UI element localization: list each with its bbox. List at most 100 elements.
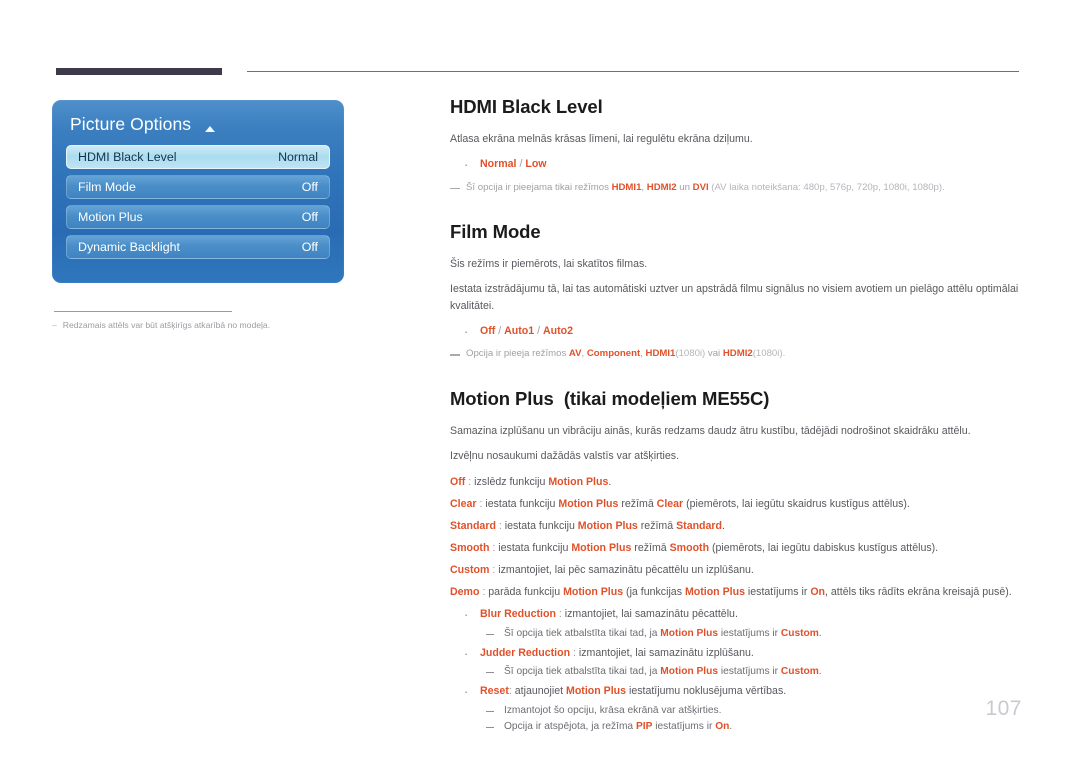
sub-pre: Šī opcija tiek atbalstīta tikai tad, ja xyxy=(504,627,661,639)
hdmi-black-level-options: Normal / Low xyxy=(450,154,1020,175)
header-rule-line xyxy=(247,71,1019,72)
definition-standard: Standard : iestata funkciju Motion Plus … xyxy=(450,518,1020,535)
note-res-1080i: (1080i) xyxy=(675,348,706,360)
sub-value: Custom xyxy=(780,666,819,678)
manual-page: Picture Options HDMI Black Level Normal … xyxy=(0,0,1080,763)
sub-bullets: Šī opcija tiek atbalstīta tikai tad, ja … xyxy=(480,664,1020,680)
definition-mid: režīmā xyxy=(631,542,670,554)
definition-mode: Clear xyxy=(656,497,684,510)
osd-row-label: Film Mode xyxy=(78,180,136,194)
bullet-separator: : xyxy=(570,646,579,659)
definition-pre: iestata funkciju xyxy=(485,497,559,510)
option-auto2: Auto2 xyxy=(543,325,574,338)
sub-list-item: Šī opcija tiek atbalstīta tikai tad, ja … xyxy=(480,664,1020,680)
sub-mid: iestatījums ir xyxy=(652,720,716,732)
definition-demo: Demo : parāda funkciju Motion Plus (ja f… xyxy=(450,584,1020,601)
osd-row-value: Off xyxy=(301,240,318,254)
heading-main: Motion Plus xyxy=(450,387,554,409)
page-number: 107 xyxy=(985,697,1022,720)
sub-value: Custom xyxy=(780,627,819,639)
definition-term: Demo xyxy=(450,586,480,599)
definition-keyword: Motion Plus xyxy=(577,519,638,532)
definition-term: Custom xyxy=(450,564,490,577)
definition-custom: Custom : izmantojiet, lai pēc samazinātu… xyxy=(450,562,1020,579)
definition-pre: parāda funkciju xyxy=(488,586,564,599)
osd-row-film-mode[interactable]: Film Mode Off xyxy=(66,175,330,199)
bullet-text: izmantojiet, lai samazinātu izplūšanu. xyxy=(578,646,754,659)
definition-separator: : xyxy=(465,475,475,488)
option-low: Low xyxy=(525,158,547,171)
note-pre: Opcija ir pieeja režīmos xyxy=(466,348,569,360)
osd-row-motion-plus[interactable]: Motion Plus Off xyxy=(66,205,330,229)
osd-picture-options-panel: Picture Options HDMI Black Level Normal … xyxy=(52,100,344,283)
note-keyword-dvi: DVI xyxy=(692,181,709,193)
sub-list-item: Šī opcija tiek atbalstīta tikai tad, ja … xyxy=(480,626,1020,642)
definition-off: Off : izslēdz funkciju Motion Plus. xyxy=(450,474,1020,491)
osd-title-row: Picture Options xyxy=(66,112,330,145)
sub-list-item: Opcija ir atspējota, ja režīma PIP iesta… xyxy=(480,719,1020,735)
section-heading-motion-plus: Motion Plus (tikai modeļiem ME55C) xyxy=(450,388,1020,410)
bullet-separator: : xyxy=(555,608,565,621)
osd-footnote-divider xyxy=(54,311,232,312)
list-item-reset: Reset: atjaunojiet Motion Plus iestatīju… xyxy=(450,681,1020,736)
option-separator: / xyxy=(495,325,505,338)
definition-value-on: On xyxy=(810,586,826,599)
definition-separator: : xyxy=(489,564,499,577)
option-separator: / xyxy=(534,325,543,338)
definition-term: Smooth xyxy=(450,542,490,554)
definition-keyword: Motion Plus xyxy=(548,475,609,488)
motion-plus-definitions: Off : izslēdz funkciju Motion Plus. Clea… xyxy=(450,474,1020,602)
osd-row-value: Normal xyxy=(278,150,318,164)
motion-plus-paragraph-2: Izvēļnu nosaukumi dažādās valstīs var at… xyxy=(450,450,680,463)
osd-row-hdmi-black-level[interactable]: HDMI Black Level Normal xyxy=(66,145,330,169)
caret-up-icon xyxy=(205,125,216,132)
section-heading-hdmi-black-level: HDMI Black Level xyxy=(450,96,603,117)
option-off: Off xyxy=(480,325,496,338)
definition-keyword: Motion Plus xyxy=(558,497,619,510)
definition-mid: režīmā xyxy=(637,519,677,532)
heading-sub: (tikai modeļiem ME55C) xyxy=(563,387,770,409)
definition-post: . xyxy=(608,475,612,488)
note-keyword-hdmi1: HDMI1 xyxy=(645,348,676,360)
note-keyword-hdmi2: HDMI2 xyxy=(646,181,677,193)
definition-mid: režīmā xyxy=(618,497,657,510)
definition-term: Off xyxy=(450,475,466,488)
definition-post: (piemērots, lai iegūtu skaidrus kustīgus… xyxy=(683,497,910,510)
note-keyword-av: AV xyxy=(568,348,582,360)
note-mid: vai xyxy=(705,348,723,360)
definition-pre: iestata funkciju xyxy=(504,519,578,532)
note-res-1080i: (1080i) xyxy=(752,348,783,360)
definition-pre: izslēdz funkciju xyxy=(474,475,549,488)
sub-post: . xyxy=(818,627,822,639)
osd-row-label: Dynamic Backlight xyxy=(78,240,180,254)
film-mode-options: Off / Auto1 / Auto2 xyxy=(450,321,1020,342)
bullet-term: Reset xyxy=(480,685,509,698)
osd-title: Picture Options xyxy=(70,114,192,134)
definition-separator: : xyxy=(489,542,499,554)
osd-row-value: Off xyxy=(301,210,318,224)
definition-term: Standard xyxy=(450,519,496,532)
sub-pre: Opcija ir atspējota, ja režīma xyxy=(504,720,636,732)
definition-pre: izmantojiet, lai pēc samazinātu pēcattēl… xyxy=(498,564,754,577)
definition-mid-2: iestatījums ir xyxy=(744,586,811,599)
footnote-text: Redzamais attēls var būt atšķirīgs atkar… xyxy=(62,320,271,330)
note-keyword-hdmi1: HDMI1 xyxy=(611,181,642,193)
sub-post: . xyxy=(729,720,733,732)
hdmi-black-level-intro: Atlasa ekrāna melnās krāsas līmeni, lai … xyxy=(450,133,753,145)
osd-footnote: – Redzamais attēls var būt atšķirīgs atk… xyxy=(52,320,352,331)
list-item: Off / Auto1 / Auto2 xyxy=(450,321,1020,342)
definition-smooth: Smooth : iestata funkciju Motion Plus re… xyxy=(450,540,1020,557)
osd-row-label: Motion Plus xyxy=(78,210,143,224)
bullet-term: Judder Reduction xyxy=(480,646,571,659)
osd-row-dynamic-backlight[interactable]: Dynamic Backlight Off xyxy=(66,235,330,259)
sub-bullets: Izmantojot šo opciju, krāsa ekrānā var a… xyxy=(480,703,1020,736)
definition-mode: Standard xyxy=(676,519,723,532)
sub-keyword: Motion Plus xyxy=(660,627,719,639)
note-pre: Šī opcija ir pieejama tikai režīmos xyxy=(466,181,612,193)
option-normal: Normal xyxy=(480,158,517,171)
definition-mode: Smooth xyxy=(669,542,710,554)
definition-separator: : xyxy=(479,586,489,599)
list-item: Normal / Low xyxy=(450,154,1020,175)
note-post: . xyxy=(782,348,786,360)
sub-keyword-pip: PIP xyxy=(635,720,653,732)
